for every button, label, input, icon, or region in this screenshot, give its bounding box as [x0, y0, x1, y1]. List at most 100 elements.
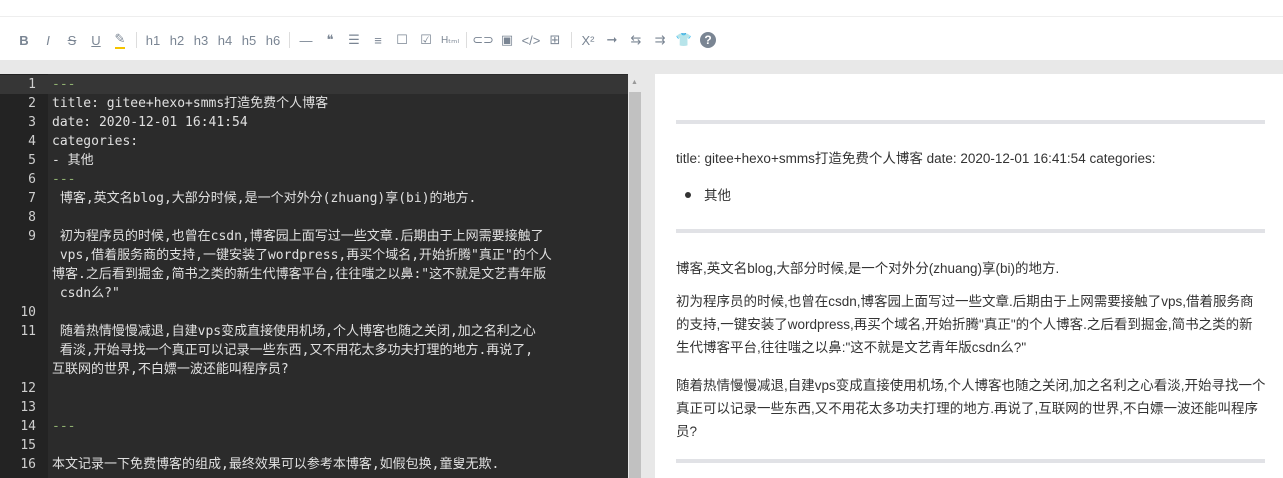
- superscript-icon: X²: [581, 32, 595, 48]
- line-number: 10: [20, 305, 36, 320]
- line-text: 看淡,开始寻找一个真正可以记录一些东西,又不用花太多功夫打理的地方.再说了,: [52, 343, 534, 358]
- editor-line[interactable]: 9 初为程序员的时候,也曾在csdn,博客园上面写过一些文章.后期由于上网需要接…: [0, 227, 628, 246]
- ordered-list-button[interactable]: ≡: [366, 28, 390, 52]
- strikethrough-button[interactable]: S: [60, 28, 84, 52]
- line-number: 8: [28, 210, 36, 225]
- theme-shirt-button[interactable]: 👕: [672, 28, 696, 52]
- editor-line[interactable]: vps,借着服务商的支持,一键安装了wordpress,再买个域名,开始折腾"真…: [0, 246, 628, 265]
- hr-icon: —: [299, 32, 313, 48]
- h5-button[interactable]: h5: [237, 28, 261, 52]
- line-text: 随着热情慢慢减退,自建vps变成直接使用机场,个人博客也随之关闭,加之名利之心: [52, 324, 536, 339]
- editor-line[interactable]: 16 本文记录一下免费博客的组成,最终效果可以参考本博客,如假包换,童叟无欺.: [0, 455, 628, 474]
- swap-button[interactable]: ⇆: [624, 28, 648, 52]
- line-text: csdn么?": [52, 286, 120, 301]
- link-icon: ⊂⊃: [472, 32, 494, 47]
- arrow-right-icon: ➞: [606, 32, 618, 47]
- code-button[interactable]: </>: [519, 28, 543, 52]
- line-number: 11: [20, 324, 36, 339]
- hr-button[interactable]: —: [294, 28, 318, 52]
- editor-line[interactable]: 10: [0, 303, 628, 322]
- checkbox-button[interactable]: ☐: [390, 28, 414, 52]
- editor-line[interactable]: 4 categories:: [0, 132, 628, 151]
- quote-icon: ❝: [326, 32, 334, 47]
- h1-button[interactable]: h1: [141, 28, 165, 52]
- toolbar-separator: [466, 32, 467, 48]
- unordered-list-icon: ☰: [348, 32, 360, 47]
- line-number: 2: [28, 96, 36, 111]
- h6-button[interactable]: h6: [261, 28, 285, 52]
- editor-line[interactable]: 博客.之后看到掘金,简书之类的新生代博客平台,往往嗤之以鼻:"这不就是文艺青年版: [0, 265, 628, 284]
- editor-line[interactable]: 5 - 其他: [0, 151, 628, 170]
- h5-icon: h5: [241, 32, 257, 48]
- underline-icon: U: [91, 32, 101, 48]
- bold-button[interactable]: B: [12, 28, 36, 52]
- line-text: vps,借着服务商的支持,一键安装了wordpress,再买个域名,开始折腾"真…: [52, 248, 552, 263]
- toolbar-separator: [136, 32, 137, 48]
- paragraph: 博客,英文名blog,大部分时候,是一个对外分(zhuang)享(bi)的地方.: [676, 261, 1060, 276]
- editor-line[interactable]: 2 title: gitee+hexo+smms打造免费个人博客: [0, 94, 628, 113]
- horizontal-rule: [676, 459, 1265, 463]
- line-text: 博客,英文名blog,大部分时候,是一个对外分(zhuang)享(bi)的地方.: [52, 191, 477, 206]
- scroll-up-icon[interactable]: ▲: [631, 79, 638, 86]
- editor-line[interactable]: 14 ---: [0, 417, 628, 436]
- bullet-icon: [685, 192, 691, 198]
- line-number: 3: [28, 115, 36, 130]
- h2-icon: h2: [169, 32, 185, 48]
- h4-button[interactable]: h4: [213, 28, 237, 52]
- paragraph: 初为程序员的时候,也曾在csdn,博客园上面写过一些文章.后期由于上网需要接触了…: [676, 294, 1254, 355]
- align-icon: ⇉: [654, 32, 666, 47]
- unordered-list-button[interactable]: ☰: [342, 28, 366, 52]
- editor-line[interactable]: 1 ---: [0, 75, 628, 94]
- line-number: 13: [20, 400, 36, 415]
- editor-line[interactable]: 8: [0, 208, 628, 227]
- link-button[interactable]: ⊂⊃: [471, 28, 495, 52]
- editor-line[interactable]: 6 ---: [0, 170, 628, 189]
- line-number: 7: [28, 191, 36, 206]
- editor-line[interactable]: 15: [0, 436, 628, 455]
- italic-button[interactable]: I: [36, 28, 60, 52]
- quote-button[interactable]: ❝: [318, 28, 342, 52]
- task-button[interactable]: ☑: [414, 28, 438, 52]
- editor-line[interactable]: 11 随着热情慢慢减退,自建vps变成直接使用机场,个人博客也随之关闭,加之名利…: [0, 322, 628, 341]
- arrow-right-button[interactable]: ➞: [600, 28, 624, 52]
- markdown-preview: title: gitee+hexo+smms打造免费个人博客 date: 202…: [655, 74, 1283, 478]
- line-number: 4: [28, 134, 36, 149]
- line-number: 12: [20, 381, 36, 396]
- markdown-editor[interactable]: 1 --- 2 title: gitee+hexo+smms打造免费个人博客 3 date…: [0, 74, 628, 478]
- h3-button[interactable]: h3: [189, 28, 213, 52]
- help-button[interactable]: ?: [696, 28, 720, 52]
- editor-line[interactable]: csdn么?": [0, 284, 628, 303]
- line-number: 15: [20, 438, 36, 453]
- strikethrough-icon: S: [67, 32, 77, 48]
- editor-line[interactable]: 7 博客,英文名blog,大部分时候,是一个对外分(zhuang)享(bi)的地…: [0, 189, 628, 208]
- align-button[interactable]: ⇉: [648, 28, 672, 52]
- front-matter-text: title: gitee+hexo+smms打造免费个人博客 date: 202…: [676, 151, 1156, 166]
- editor-line[interactable]: 互联网的世界,不白嫖一波还能叫程序员?: [0, 360, 628, 379]
- superscript-button[interactable]: X²: [576, 28, 600, 52]
- editor-line[interactable]: 3 date: 2020-12-01 16:41:54: [0, 113, 628, 132]
- line-number: 14: [20, 419, 36, 434]
- editor-line[interactable]: 13: [0, 398, 628, 417]
- ordered-list-icon: ≡: [374, 32, 382, 48]
- h1-icon: h1: [145, 32, 161, 48]
- html-button[interactable]: Hₜₘₗ: [438, 28, 462, 52]
- editor-line[interactable]: 12: [0, 379, 628, 398]
- line-text: title: gitee+hexo+smms打造免费个人博客: [52, 96, 329, 111]
- image-button[interactable]: ▣: [495, 28, 519, 52]
- code-icon: </>: [521, 32, 541, 48]
- line-text: categories:: [52, 134, 139, 149]
- h2-button[interactable]: h2: [165, 28, 189, 52]
- scrollbar-thumb[interactable]: [629, 92, 641, 478]
- editor-line[interactable]: 看淡,开始寻找一个真正可以记录一些东西,又不用花太多功夫打理的地方.再说了,: [0, 341, 628, 360]
- editor-scrollbar[interactable]: ▲: [628, 74, 642, 478]
- line-number: 1: [28, 77, 36, 92]
- highlight-button[interactable]: ✎: [108, 28, 132, 52]
- h6-icon: h6: [265, 32, 281, 48]
- underline-button[interactable]: U: [84, 28, 108, 52]
- swap-icon: ⇆: [630, 32, 642, 47]
- horizontal-rule: [676, 229, 1265, 233]
- task-icon: ☑: [420, 32, 432, 47]
- editor-toolbar: B I S U ✎ h1 h2 h3 h4 h5 h6 — ❝ ☰ ≡ ☐ ☑ Hₜₘₗ ⊂⊃ ▣ </> ⊞ X² ➞ ⇆ ⇉ 👕…: [0, 20, 1283, 60]
- table-button[interactable]: ⊞: [543, 28, 567, 52]
- html-icon: Hₜₘₗ: [440, 34, 460, 46]
